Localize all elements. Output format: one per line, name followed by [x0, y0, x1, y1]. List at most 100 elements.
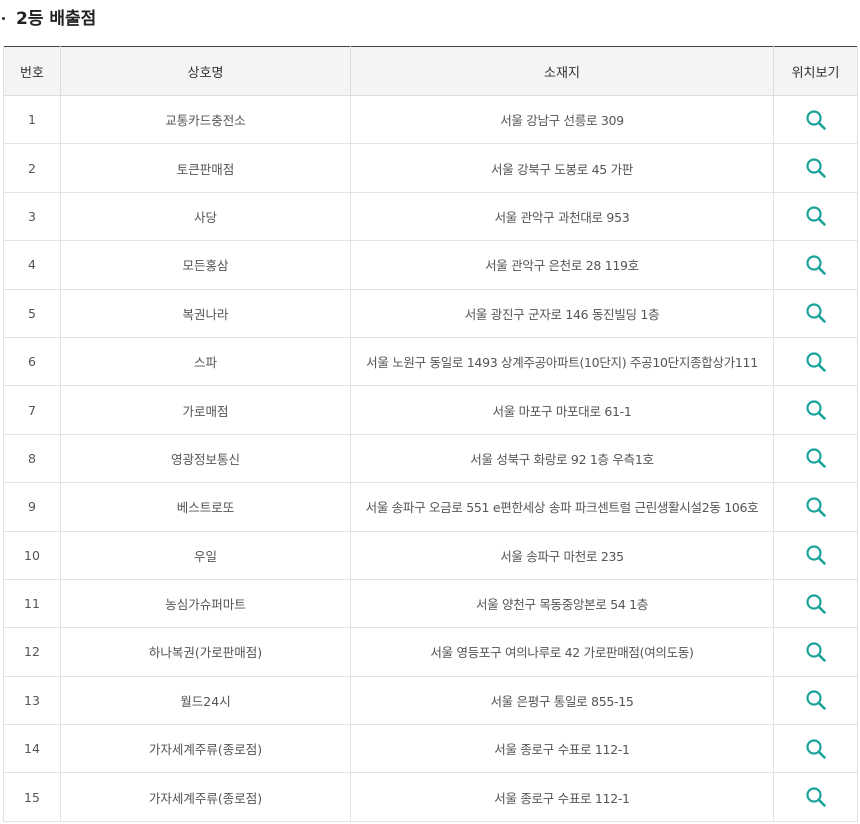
table-row: 4 모든홍삼 서울 관악구 은천로 28 119호	[3, 240, 858, 290]
view-location-button[interactable]	[805, 496, 827, 518]
view-location-button[interactable]	[805, 399, 827, 421]
header-location: 위치보기	[773, 46, 858, 96]
store-address: 서울 종로구 수표로 112-1	[350, 724, 774, 774]
view-location-button[interactable]	[805, 302, 827, 324]
row-number: 1	[3, 95, 61, 145]
store-name: 베스트로또	[60, 482, 351, 532]
search-icon	[805, 690, 826, 711]
table-body: 1 교통카드충전소 서울 강남구 선릉로 309 2 토큰판매점 서울 강북구 …	[3, 95, 858, 822]
view-location-button[interactable]	[805, 641, 827, 663]
location-cell	[773, 434, 858, 484]
location-cell	[773, 676, 858, 726]
row-number: 3	[3, 192, 61, 242]
view-location-button[interactable]	[805, 689, 827, 711]
search-icon	[805, 303, 826, 324]
table-row: 9 베스트로또 서울 송파구 오금로 551 e편한세상 송파 파크센트럴 근린…	[3, 482, 858, 532]
header-name: 상호명	[60, 46, 351, 96]
store-name: 사당	[60, 192, 351, 242]
store-address: 서울 종로구 수표로 112-1	[350, 772, 774, 822]
search-icon	[805, 787, 826, 807]
row-number: 6	[3, 337, 61, 387]
second-prize-store-table: 번호 상호명 소재지 위치보기 1 교통카드충전소 서울 강남구 선릉로 309…	[3, 46, 858, 822]
location-cell	[773, 95, 858, 145]
table-row: 12 하나복권(가로판매점) 서울 영등포구 여의나루로 42 가로판매점(여의…	[3, 627, 858, 677]
location-cell	[773, 724, 858, 774]
store-address: 서울 광진구 군자로 146 동진빌딩 1층	[350, 289, 774, 338]
row-number: 15	[3, 772, 61, 822]
store-address: 서울 강북구 도봉로 45 가판	[350, 143, 774, 193]
store-address: 서울 노원구 동일로 1493 상계주공아파트(10단지) 주공10단지종합상가…	[350, 337, 774, 387]
table-header-row: 번호 상호명 소재지 위치보기	[3, 46, 858, 96]
store-address: 서울 관악구 과천대로 953	[350, 192, 774, 242]
view-location-button[interactable]	[805, 254, 827, 276]
search-icon	[805, 255, 826, 275]
location-cell	[773, 289, 858, 338]
bullet-dot	[2, 17, 5, 20]
store-address: 서울 양천구 목동중앙본로 54 1층	[350, 579, 774, 629]
store-name: 교통카드충전소	[60, 95, 351, 145]
store-name: 가자세계주류(종로점)	[60, 724, 351, 774]
store-name: 스파	[60, 337, 351, 387]
store-name: 영광정보통신	[60, 434, 351, 484]
row-number: 14	[3, 724, 61, 774]
section-header: 2등 배출점	[0, 0, 860, 46]
table-row: 13 월드24시 서울 은평구 통일로 855-15	[3, 676, 858, 726]
table-row: 2 토큰판매점 서울 강북구 도봉로 45 가판	[3, 143, 858, 193]
store-name: 토큰판매점	[60, 143, 351, 193]
store-address: 서울 은평구 통일로 855-15	[350, 676, 774, 726]
table-row: 15 가자세계주류(종로점) 서울 종로구 수표로 112-1	[3, 772, 858, 822]
store-name: 농심가슈퍼마트	[60, 579, 351, 629]
table-row: 7 가로매점 서울 마포구 마포대로 61-1	[3, 385, 858, 435]
search-icon	[805, 545, 826, 566]
store-address: 서울 송파구 마천로 235	[350, 531, 774, 580]
table-row: 6 스파 서울 노원구 동일로 1493 상계주공아파트(10단지) 주공10단…	[3, 337, 858, 387]
view-location-button[interactable]	[805, 109, 827, 131]
view-location-button[interactable]	[805, 738, 827, 760]
view-location-button[interactable]	[805, 544, 827, 566]
table-row: 14 가자세계주류(종로점) 서울 종로구 수표로 112-1	[3, 724, 858, 774]
store-address: 서울 마포구 마포대로 61-1	[350, 385, 774, 435]
location-cell	[773, 531, 858, 580]
view-location-button[interactable]	[805, 157, 827, 179]
table-row: 3 사당 서울 관악구 과천대로 953	[3, 192, 858, 242]
table-row: 1 교통카드충전소 서울 강남구 선릉로 309	[3, 95, 858, 145]
search-icon	[805, 642, 826, 662]
store-address: 서울 성북구 화랑로 92 1층 우측1호	[350, 434, 774, 484]
view-location-button[interactable]	[805, 205, 827, 227]
row-number: 11	[3, 579, 61, 629]
view-location-button[interactable]	[805, 593, 827, 615]
store-address: 서울 영등포구 여의나루로 42 가로판매점(여의도동)	[350, 627, 774, 677]
row-number: 4	[3, 240, 61, 290]
location-cell	[773, 627, 858, 677]
search-icon	[805, 352, 826, 372]
table-row: 5 복권나라 서울 광진구 군자로 146 동진빌딩 1층	[3, 289, 858, 338]
view-location-button[interactable]	[805, 447, 827, 469]
row-number: 9	[3, 482, 61, 532]
table-row: 10 우일 서울 송파구 마천로 235	[3, 531, 858, 580]
row-number: 2	[3, 143, 61, 193]
store-name: 하나복권(가로판매점)	[60, 627, 351, 677]
search-icon	[805, 158, 826, 178]
store-name: 가자세계주류(종로점)	[60, 772, 351, 822]
location-cell	[773, 772, 858, 822]
store-address: 서울 송파구 오금로 551 e편한세상 송파 파크센트럴 근린생활시설2동 1…	[350, 482, 774, 532]
table-row: 11 농심가슈퍼마트 서울 양천구 목동중앙본로 54 1층	[3, 579, 858, 629]
header-address: 소재지	[350, 46, 774, 96]
store-address: 서울 관악구 은천로 28 119호	[350, 240, 774, 290]
search-icon	[805, 497, 826, 517]
view-location-button[interactable]	[805, 351, 827, 373]
search-icon	[805, 739, 826, 759]
location-cell	[773, 385, 858, 435]
store-name: 가로매점	[60, 385, 351, 435]
store-name: 월드24시	[60, 676, 351, 726]
search-icon	[805, 448, 826, 469]
row-number: 7	[3, 385, 61, 435]
row-number: 10	[3, 531, 61, 580]
location-cell	[773, 240, 858, 290]
row-number: 5	[3, 289, 61, 338]
row-number: 13	[3, 676, 61, 726]
store-name: 모든홍삼	[60, 240, 351, 290]
view-location-button[interactable]	[805, 786, 827, 808]
row-number: 12	[3, 627, 61, 677]
store-name: 우일	[60, 531, 351, 580]
